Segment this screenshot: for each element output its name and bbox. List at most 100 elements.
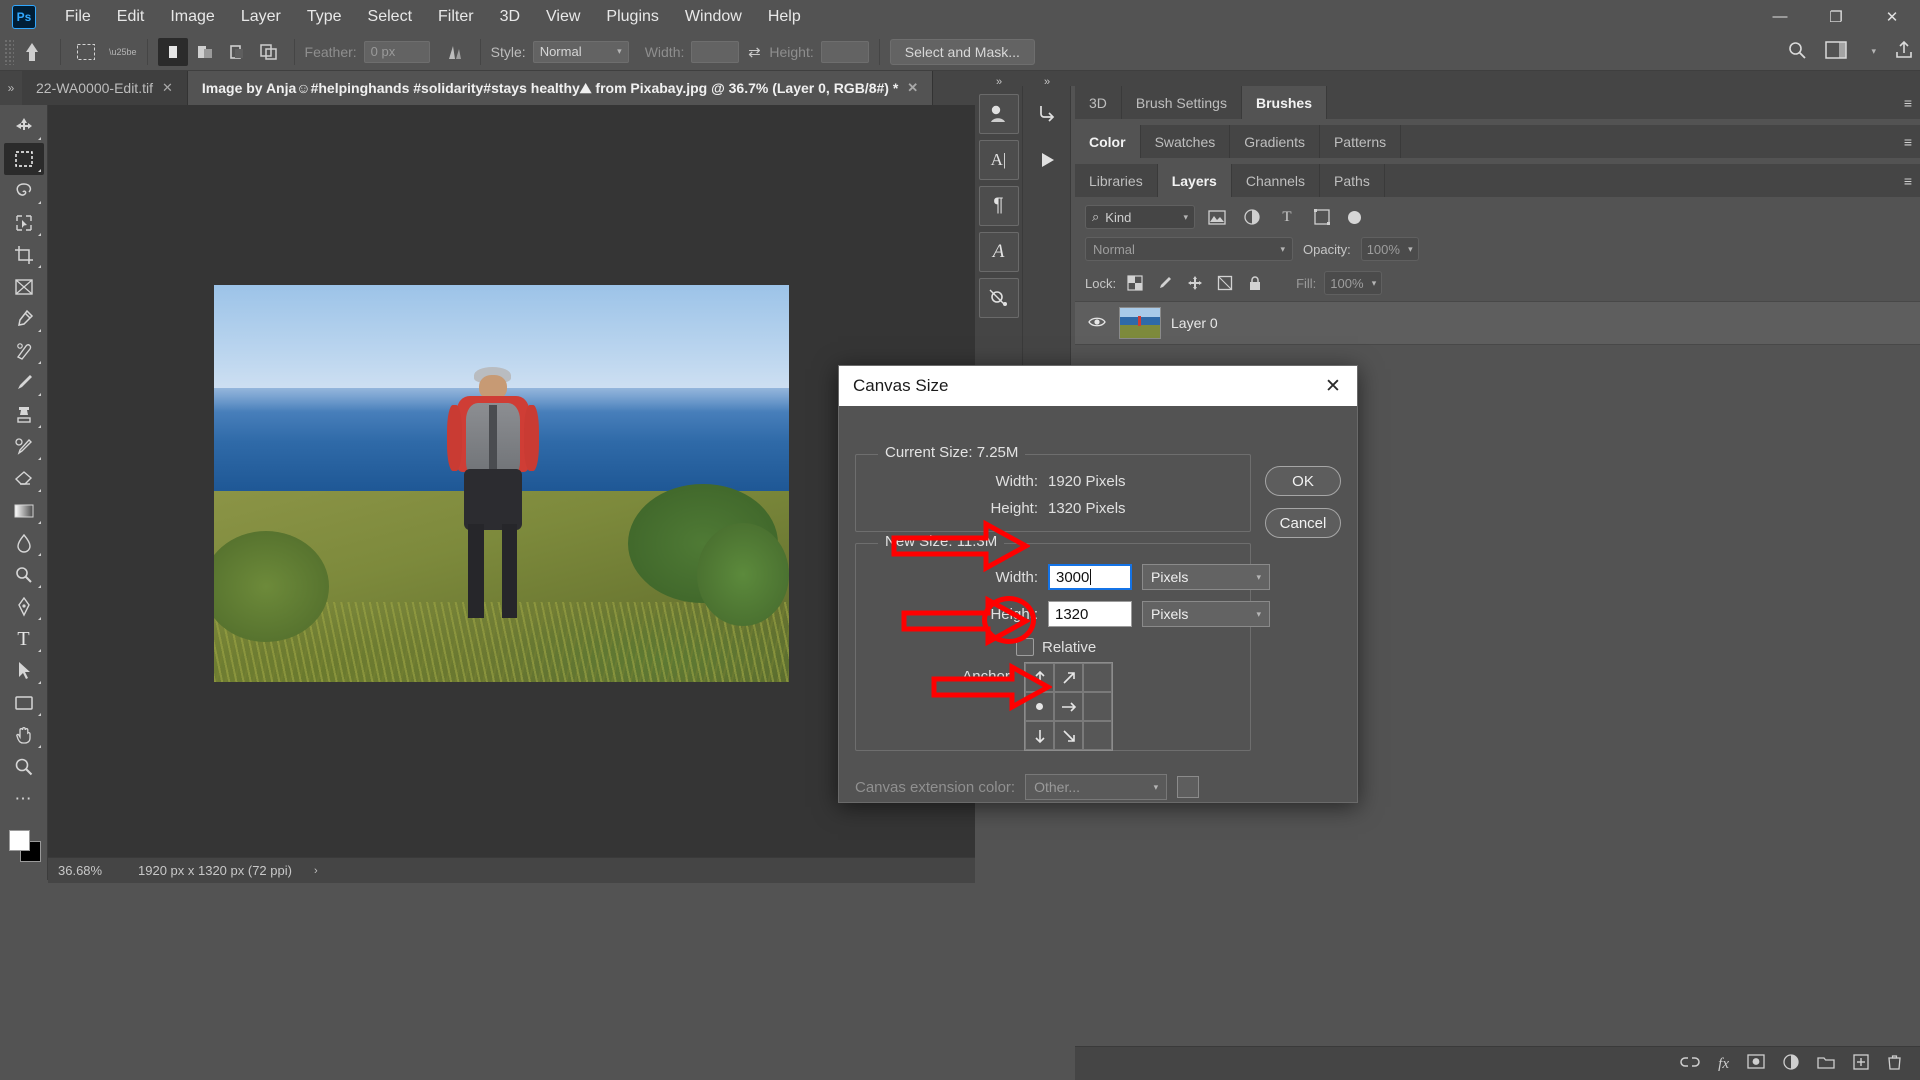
actions-icon[interactable] bbox=[1027, 94, 1067, 134]
canvas-extension-select[interactable]: Other... ▾ bbox=[1025, 774, 1168, 800]
layer-visibility-eye-icon[interactable] bbox=[1085, 315, 1109, 331]
workspace-icon[interactable] bbox=[1825, 41, 1848, 62]
selection-width-input[interactable] bbox=[691, 40, 740, 63]
layer-mask-icon[interactable] bbox=[1747, 1054, 1765, 1073]
new-height-input[interactable]: 1320 bbox=[1048, 601, 1132, 627]
anchor-bottom-center[interactable] bbox=[1054, 721, 1083, 750]
panel-group-2-menu-icon[interactable]: ≡ bbox=[1904, 135, 1912, 149]
anchor-middle-left[interactable] bbox=[1025, 692, 1054, 721]
anchor-top-right[interactable] bbox=[1083, 663, 1112, 692]
tool-move[interactable] bbox=[4, 111, 44, 143]
tool-rectangular-marquee[interactable] bbox=[3, 143, 44, 175]
tool-horizontal-type[interactable]: T bbox=[4, 623, 44, 655]
marquee-preset-icon[interactable] bbox=[71, 38, 101, 66]
tool-clone-stamp[interactable] bbox=[4, 399, 44, 431]
tool-preset-picker[interactable] bbox=[14, 38, 50, 66]
filter-adjustment-icon[interactable] bbox=[1239, 205, 1265, 229]
anchor-top-left[interactable] bbox=[1025, 663, 1054, 692]
tool-brush[interactable] bbox=[4, 367, 44, 399]
status-zoom-level[interactable]: 36.68% bbox=[48, 863, 126, 878]
ok-button[interactable]: OK bbox=[1265, 466, 1341, 496]
menu-select[interactable]: Select bbox=[355, 4, 425, 30]
menu-type[interactable]: Type bbox=[294, 4, 355, 30]
tool-gradient[interactable] bbox=[4, 495, 44, 527]
restore-button[interactable]: ❐ bbox=[1808, 0, 1864, 33]
canvas-extension-color-swatch[interactable] bbox=[1177, 776, 1200, 798]
play-icon[interactable] bbox=[1027, 140, 1067, 180]
lock-position-icon[interactable] bbox=[1184, 272, 1206, 294]
feather-input[interactable]: 0 px bbox=[363, 40, 430, 63]
new-selection-button[interactable] bbox=[157, 37, 188, 66]
lock-nesting-icon[interactable] bbox=[1214, 272, 1236, 294]
panel-group-3-menu-icon[interactable]: ≡ bbox=[1904, 174, 1912, 188]
canvas-size-dialog[interactable]: Canvas Size ✕ Current Size: 7.25M Width:… bbox=[838, 365, 1358, 803]
character-icon[interactable]: A| bbox=[978, 140, 1019, 180]
cancel-button[interactable]: Cancel bbox=[1265, 508, 1341, 538]
glyphs-icon[interactable]: A bbox=[978, 232, 1019, 272]
add-to-selection-button[interactable] bbox=[190, 38, 220, 66]
close-button[interactable]: ✕ bbox=[1864, 0, 1920, 33]
swap-width-height-icon[interactable]: ⇄ bbox=[739, 38, 769, 66]
tab-3d[interactable]: 3D bbox=[1075, 86, 1122, 119]
tool-hand[interactable] bbox=[4, 719, 44, 751]
menu-layer[interactable]: Layer bbox=[228, 4, 294, 30]
tab-brushes[interactable]: Brushes bbox=[1241, 86, 1327, 119]
document-tab-2-close-icon[interactable]: ✕ bbox=[907, 80, 918, 96]
tool-pen[interactable] bbox=[4, 591, 44, 623]
filter-toggle-switch[interactable] bbox=[1348, 210, 1361, 224]
anti-alias-icon[interactable] bbox=[440, 38, 470, 66]
blend-mode-select[interactable]: Normal ▾ bbox=[1085, 237, 1293, 261]
filter-shape-icon[interactable] bbox=[1309, 205, 1335, 229]
adjustment-layer-icon[interactable] bbox=[1783, 1053, 1799, 1074]
document-tab-1[interactable]: 22-WA0000-Edit.tif ✕ bbox=[22, 71, 188, 105]
filter-type-icon[interactable]: T bbox=[1274, 205, 1300, 229]
tool-crop[interactable] bbox=[4, 239, 44, 271]
canvas-area[interactable] bbox=[48, 105, 975, 857]
paragraph-icon[interactable]: ¶ bbox=[978, 186, 1019, 226]
tool-eyedropper[interactable] bbox=[4, 303, 44, 335]
search-icon[interactable] bbox=[1787, 40, 1807, 63]
new-height-unit-select[interactable]: Pixels ▾ bbox=[1142, 601, 1270, 627]
subtract-from-selection-button[interactable] bbox=[222, 38, 252, 66]
tool-spot-healing-brush[interactable] bbox=[4, 335, 44, 367]
foreground-color-swatch[interactable] bbox=[9, 830, 30, 851]
intersect-with-selection-button[interactable] bbox=[254, 38, 284, 66]
anchor-grid[interactable] bbox=[1024, 662, 1113, 751]
dialog-close-icon[interactable]: ✕ bbox=[1319, 372, 1347, 400]
style-select[interactable]: Normal ▾ bbox=[532, 40, 629, 63]
tool-edit-toolbar[interactable]: ⋯ bbox=[4, 783, 44, 815]
anchor-middle-center[interactable] bbox=[1054, 692, 1083, 721]
lock-transparency-icon[interactable] bbox=[1124, 272, 1146, 294]
histogram-icon[interactable] bbox=[978, 278, 1019, 318]
tab-gradients[interactable]: Gradients bbox=[1230, 125, 1320, 158]
tab-swatches[interactable]: Swatches bbox=[1140, 125, 1231, 158]
menu-help[interactable]: Help bbox=[755, 4, 814, 30]
document-tab-1-close-icon[interactable]: ✕ bbox=[162, 80, 173, 96]
layer-filter-kind-select[interactable]: ⌕ Kind ▾ bbox=[1085, 205, 1195, 229]
menu-window[interactable]: Window bbox=[672, 4, 755, 30]
layer-name[interactable]: Layer 0 bbox=[1171, 315, 1218, 331]
tab-patterns[interactable]: Patterns bbox=[1319, 125, 1402, 158]
lock-all-icon[interactable] bbox=[1244, 272, 1266, 294]
anchor-bottom-right[interactable] bbox=[1083, 721, 1112, 750]
adjustments-icon[interactable] bbox=[978, 94, 1019, 134]
tool-path-selection[interactable] bbox=[4, 655, 44, 687]
filter-image-icon[interactable] bbox=[1204, 205, 1230, 229]
tool-history-brush[interactable] bbox=[4, 431, 44, 463]
opacity-input[interactable]: 100% ▾ bbox=[1360, 237, 1419, 261]
selection-height-input[interactable] bbox=[820, 40, 869, 63]
menu-plugins[interactable]: Plugins bbox=[593, 4, 671, 30]
document-tab-2[interactable]: Image by Anja☺#helpinghands #solidarity#… bbox=[187, 71, 934, 105]
menu-file[interactable]: File bbox=[52, 4, 104, 30]
panel-group-1-menu-icon[interactable]: ≡ bbox=[1904, 96, 1912, 110]
layer-style-icon[interactable]: fx bbox=[1718, 1055, 1729, 1073]
anchor-top-center[interactable] bbox=[1054, 663, 1083, 692]
new-group-icon[interactable] bbox=[1817, 1055, 1835, 1073]
workspace-chevron-down-icon[interactable]: ▾ bbox=[1871, 46, 1876, 57]
status-expand-icon[interactable]: › bbox=[314, 865, 318, 877]
new-width-unit-select[interactable]: Pixels ▾ bbox=[1142, 564, 1270, 590]
tool-lasso[interactable] bbox=[4, 175, 44, 207]
tool-frame[interactable] bbox=[4, 271, 44, 303]
share-icon[interactable] bbox=[1894, 40, 1914, 63]
delete-layer-icon[interactable] bbox=[1887, 1054, 1902, 1074]
